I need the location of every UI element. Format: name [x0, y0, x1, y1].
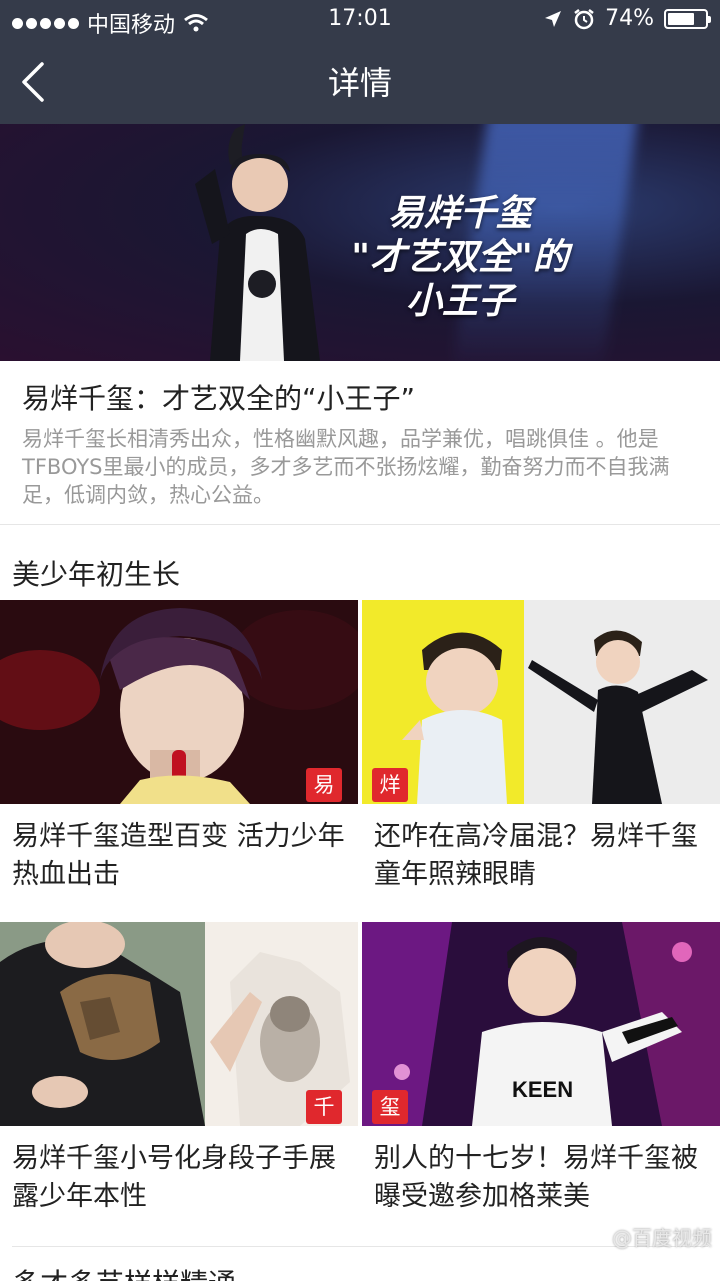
- card-caption[interactable]: 易烊千玺造型百变 活力少年热血出击: [12, 818, 348, 894]
- location-arrow-icon: [545, 10, 562, 27]
- thumbnail-image: KEEN: [362, 922, 720, 1126]
- hero-banner[interactable]: 易烊千玺 "才艺双全"的 小王子: [0, 124, 720, 361]
- performer-image: [195, 124, 320, 361]
- card-caption[interactable]: 还咋在高冷届混？易烊千玺童年照辣眼睛: [374, 818, 710, 894]
- hero-line-2: "才艺双全"的: [351, 237, 569, 278]
- hero-line-1: 易烊千玺: [387, 193, 532, 234]
- card-badge: 玺: [372, 1090, 408, 1124]
- hero-line-3: 小王子: [405, 281, 514, 322]
- battery-icon: [664, 8, 711, 29]
- thumbnail-image: [362, 600, 720, 804]
- alarm-clock-icon: [574, 8, 594, 29]
- battery-fill: [668, 12, 694, 25]
- nav-bar: 详情: [0, 40, 720, 124]
- divider: [0, 524, 720, 525]
- video-thumbnail[interactable]: [0, 600, 358, 804]
- top-bar: 中国移动 17:01 74% 详情: [0, 0, 720, 124]
- card-badge: 易: [306, 768, 342, 802]
- thumbnail-image: [0, 922, 358, 1126]
- card-caption[interactable]: 易烊千玺小号化身段子手展露少年本性: [12, 1140, 348, 1216]
- section-title: 美少年初生长: [12, 558, 181, 591]
- status-right: 74%: [543, 6, 711, 31]
- page-title: 详情: [327, 64, 392, 102]
- battery-percent: 74%: [605, 6, 654, 31]
- card-badge: 千: [306, 1090, 342, 1124]
- watermark: @百度视频: [612, 1226, 712, 1250]
- next-section-title: 多才多艺样样精通: [12, 1262, 412, 1281]
- video-thumbnail[interactable]: [362, 600, 720, 804]
- card-caption[interactable]: 别人的十七岁！易烊千玺被曝受邀参加格莱美: [374, 1140, 710, 1216]
- thumbnail-image: [0, 600, 358, 804]
- status-bar: 中国移动 17:01 74%: [0, 0, 720, 40]
- video-thumbnail[interactable]: [0, 922, 358, 1126]
- hero-title: 易烊千玺 "才艺双全"的 小王子: [330, 192, 590, 324]
- card-badge: 烊: [372, 768, 408, 802]
- intro-description: 易烊千玺长相清秀出众，性格幽默风趣，品学兼优，唱跳俱佳 。他是TFBOYS里最小…: [22, 427, 670, 507]
- intro-title: 易烊千玺：才艺双全的“小王子”: [22, 382, 416, 415]
- video-thumbnail[interactable]: KEEN: [362, 922, 720, 1126]
- divider: [12, 1246, 708, 1247]
- svg-text:KEEN: KEEN: [512, 1077, 573, 1102]
